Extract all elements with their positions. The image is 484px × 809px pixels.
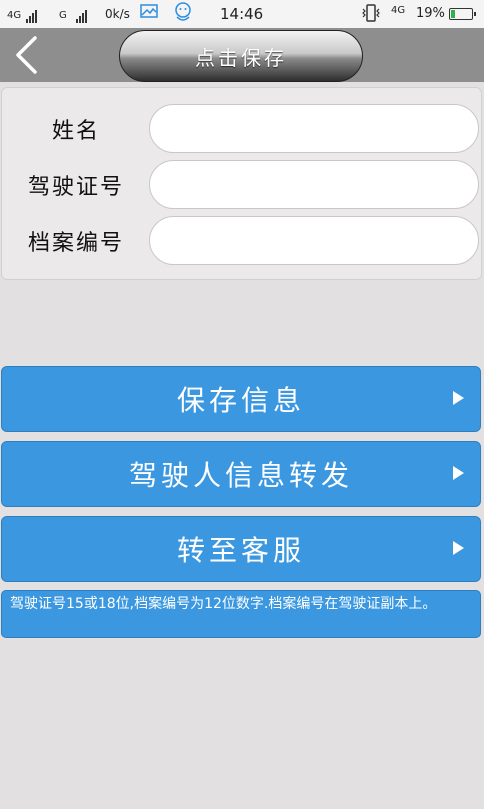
save-button[interactable]: 点击保存	[119, 30, 363, 82]
signal-strength-icon-2	[76, 5, 88, 23]
form-row-file: 档案编号	[2, 213, 481, 269]
vibrate-icon	[360, 3, 382, 29]
license-number-label: 驾驶证号	[27, 175, 124, 200]
file-number-label: 档案编号	[27, 231, 124, 256]
battery-icon	[449, 8, 476, 20]
license-number-input[interactable]	[149, 160, 479, 209]
save-info-button[interactable]: 保存信息	[1, 366, 481, 432]
chat-notification-icon	[172, 1, 194, 29]
help-note: 驾驶证号15或18位,档案编号为12位数字.档案编号在驾驶证副本上。	[1, 590, 481, 638]
profile-form: 姓名 驾驶证号 档案编号	[1, 87, 482, 280]
chevron-right-icon	[453, 466, 464, 480]
file-number-input[interactable]	[149, 216, 479, 265]
form-row-license: 驾驶证号	[2, 157, 481, 213]
form-row-name: 姓名	[2, 101, 481, 157]
save-info-label: 保存信息	[176, 384, 305, 417]
chevron-left-icon	[16, 36, 37, 74]
customer-service-label: 转至客服	[176, 534, 305, 567]
back-button[interactable]	[8, 34, 48, 76]
forward-driver-info-label: 驾驶人信息转发	[128, 459, 353, 492]
clock: 14:46	[220, 5, 264, 23]
signal-strength-icon	[26, 5, 38, 23]
name-input[interactable]	[149, 104, 479, 153]
forward-driver-info-button[interactable]: 驾驶人信息转发	[1, 441, 481, 507]
network-type-label-3: 4G	[391, 5, 406, 16]
chevron-right-icon	[453, 541, 464, 555]
chevron-right-icon	[453, 391, 464, 405]
status-bar: 4G G 0k/s 14:46 4G 19%	[0, 0, 484, 28]
network-speed: 0k/s	[105, 7, 130, 21]
customer-service-button[interactable]: 转至客服	[1, 516, 481, 582]
battery-percent: 19%	[416, 6, 445, 21]
network-type-label-2: G	[59, 10, 67, 21]
header-bar: 点击保存	[0, 28, 484, 82]
image-notification-icon	[140, 3, 158, 25]
name-label: 姓名	[51, 119, 100, 144]
network-type-label: 4G	[7, 10, 22, 21]
